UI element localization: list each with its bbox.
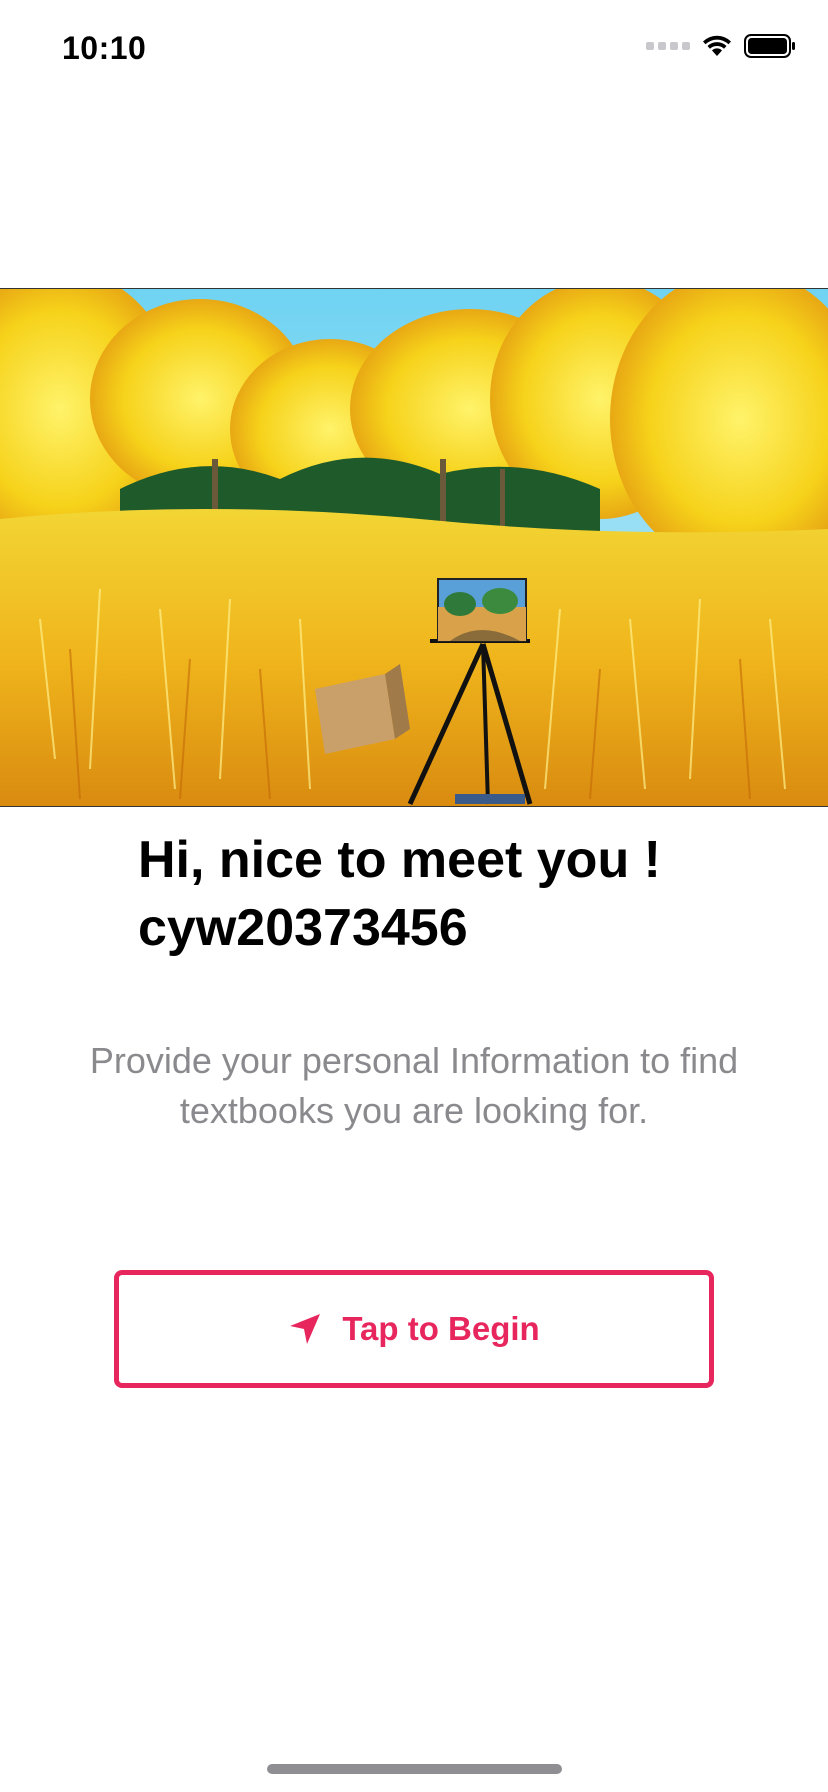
location-arrow-icon: [290, 1314, 321, 1344]
username-label: cyw20373456: [138, 899, 468, 957]
subtitle-line-2: textbooks you are looking for.: [179, 1090, 649, 1131]
cellular-signal-icon: [646, 42, 690, 50]
tap-to-begin-label: Tap to Begin: [342, 1310, 540, 1347]
home-indicator[interactable]: [267, 1764, 562, 1774]
greeting-line: Hi, nice to meet you !: [138, 831, 661, 889]
greeting-heading: Hi, nice to meet you ! cyw20373456: [138, 826, 661, 962]
hero-image: [0, 288, 828, 807]
status-bar: 10:10: [0, 0, 828, 100]
status-time: 10:10: [62, 30, 147, 66]
subtitle-text: Provide your personal Information to fin…: [40, 1036, 788, 1136]
subtitle-line-1: Provide your personal Information to fin…: [89, 1040, 739, 1081]
tap-to-begin-button[interactable]: Tap to Begin: [114, 1270, 714, 1388]
status-icons: [646, 34, 796, 58]
battery-icon: [744, 34, 795, 58]
wifi-icon: [703, 35, 731, 56]
